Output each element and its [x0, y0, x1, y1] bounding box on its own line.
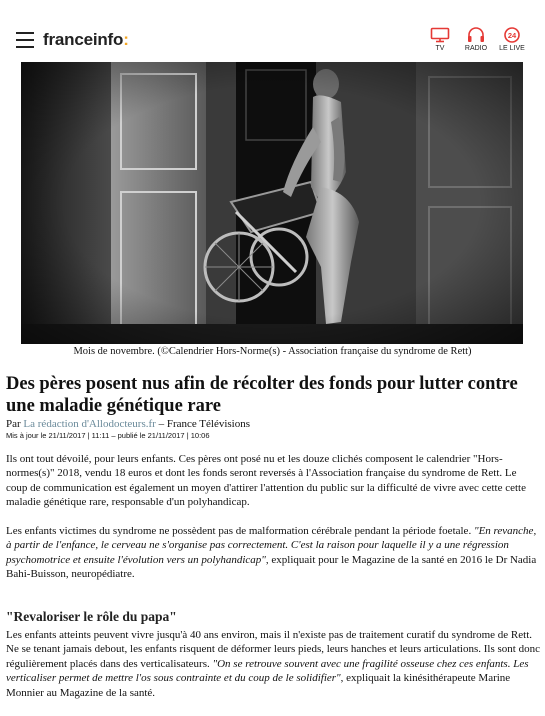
article-photo: [21, 62, 523, 344]
logo-colon: :: [123, 30, 129, 49]
menu-icon[interactable]: [16, 32, 34, 48]
site-header: franceinfo: TV RADIO 24 LE LIVE: [0, 0, 545, 62]
paragraph-1-text: Ils ont tout dévoilé, pour leurs enfants…: [6, 453, 526, 509]
logo-text: franceinfo: [43, 30, 124, 49]
photo-illustration: [21, 62, 523, 344]
nav-tv-button[interactable]: TV: [422, 27, 458, 57]
nav-tv-label: TV: [435, 45, 445, 52]
byline-suffix: – France Télévisions: [155, 418, 251, 430]
author-link[interactable]: La rédaction d'Allodocteurs.fr: [23, 418, 155, 430]
paragraph-1: Ils ont tout dévoilé, pour leurs enfants…: [6, 452, 540, 510]
byline-prefix: Par: [6, 418, 24, 430]
publish-dates: Mis à jour le 21/11/2017 | 11:11 – publi…: [6, 431, 210, 440]
live-badge-text: 24: [508, 31, 517, 40]
photo-caption: Mois de novembre. (©Calendrier Hors-Norm…: [73, 346, 472, 357]
byline: Par La rédaction d'Allodocteurs.fr – Fra…: [6, 418, 250, 430]
site-logo[interactable]: franceinfo:: [43, 30, 129, 50]
paragraph-3: Les enfants atteints peuvent vivre jusqu…: [6, 628, 540, 700]
tv-icon: [430, 27, 450, 43]
article-title: Des pères posent nus afin de récolter de…: [6, 374, 518, 416]
nav-live-button[interactable]: 24 LE LIVE: [494, 27, 530, 57]
paragraph-2-text-a: Les enfants victimes du syndrome ne poss…: [6, 525, 474, 537]
live-24-icon: 24: [504, 27, 520, 43]
nav-radio-label: RADIO: [464, 45, 488, 52]
paragraph-2: Les enfants victimes du syndrome ne poss…: [6, 524, 540, 582]
section-subheading: "Revaloriser le rôle du papa": [6, 609, 177, 624]
nav-live-label: LE LIVE: [499, 45, 525, 52]
headphones-icon: [468, 27, 484, 42]
nav-radio-button[interactable]: RADIO: [458, 27, 494, 57]
